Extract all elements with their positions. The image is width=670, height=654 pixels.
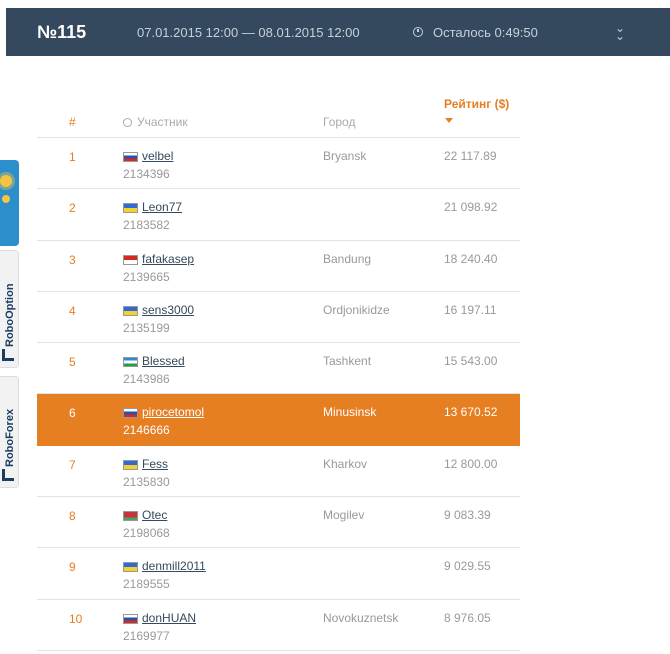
- user-city: Bryansk: [323, 149, 367, 163]
- user-rating: 8 976.05: [444, 610, 491, 625]
- table-row: 4 sens3000 2135199 Ordjonikidze 16 197.11: [37, 292, 520, 344]
- table-row: 3 fafakasep 2139665 Bandung 18 240.40: [37, 241, 520, 292]
- contest-number: №115: [37, 21, 87, 42]
- user-id: 2135830: [123, 474, 170, 489]
- flag-icon: [123, 459, 138, 470]
- table-row: 5 Blessed 2143986 Tashkent 15 543.00: [37, 343, 520, 395]
- leaderboard-table: # Участник Город Рейтинг ($) 1 velbel 2134…: [37, 86, 520, 651]
- column-city[interactable]: Город: [323, 115, 355, 129]
- table-row: 8 Otec 2198068 Mogilev 9 083.39: [37, 497, 520, 549]
- table-row: 7 Fess 2135830 Kharkov 12 800.00: [37, 446, 520, 498]
- user-link[interactable]: Leon77: [142, 200, 182, 214]
- time-remaining: Осталось 0:49:50: [433, 24, 538, 40]
- robooption-logo-icon: [2, 349, 14, 361]
- user-city: Mogilev: [323, 508, 365, 523]
- user-city: Ordjonikidze: [323, 302, 390, 317]
- search-icon: [123, 118, 132, 127]
- clock-icon: [413, 27, 423, 37]
- user-id: 2135199: [123, 320, 170, 335]
- contest-dates: 07.01.2015 12:00 — 08.01.2015 12:00: [137, 24, 360, 40]
- flag-icon: [123, 357, 138, 368]
- row-rank: 9: [69, 560, 76, 575]
- side-tab-promo[interactable]: [0, 160, 19, 246]
- user-id: 2146666: [123, 423, 170, 438]
- flag-icon: [123, 613, 138, 624]
- user-link[interactable]: sens3000: [142, 303, 194, 317]
- flag-icon: [123, 511, 138, 522]
- sun-small-icon: [2, 195, 10, 203]
- user-rating: 15 543.00: [444, 354, 498, 369]
- sort-desc-icon[interactable]: [445, 118, 453, 123]
- user-rating: 13 670.52: [444, 405, 498, 420]
- side-tab-label: RoboForex: [4, 408, 16, 467]
- row-rank: 10: [69, 611, 83, 626]
- user-link[interactable]: Fess: [142, 457, 168, 471]
- column-rank: #: [69, 115, 76, 129]
- user-id: 2143986: [123, 372, 170, 387]
- contest-header: №115 07.01.2015 12:00 — 08.01.2015 12:00…: [6, 8, 670, 56]
- user-id: 2198068: [123, 526, 170, 541]
- row-rank: 8: [69, 509, 76, 524]
- user-link[interactable]: pirocetomol: [142, 405, 204, 419]
- chevron-down-icon[interactable]: ⌄ ⌄: [615, 22, 625, 42]
- user-rating: 12 800.00: [444, 456, 498, 471]
- user-link[interactable]: fafakasep: [142, 252, 194, 266]
- table-row: 10 donHUAN 2169977 Novokuznetsk 8 976.05: [37, 600, 520, 651]
- flag-icon: [123, 152, 138, 162]
- user-city: Bandung: [323, 251, 372, 266]
- side-tab-robooption[interactable]: RoboOption: [0, 250, 19, 368]
- sun-icon: [0, 175, 12, 187]
- row-rank: 3: [69, 252, 76, 267]
- flag-icon: [123, 562, 138, 573]
- user-city: Kharkov: [323, 456, 368, 471]
- row-rank: 1: [69, 150, 76, 164]
- side-tab-label: RoboOption: [4, 283, 16, 347]
- user-id: 2134396: [123, 167, 170, 181]
- user-city: Minusinsk: [323, 405, 377, 420]
- table-body: 1 velbel 2134396 Bryansk 22 117.89 2 Leon77 218…: [37, 138, 520, 651]
- flag-icon: [123, 254, 138, 265]
- table-row: 2 Leon77 2183582 21 098.92: [37, 189, 520, 241]
- user-rating: 16 197.11: [444, 302, 497, 317]
- column-rating[interactable]: Рейтинг ($): [444, 97, 509, 111]
- table-row: 1 velbel 2134396 Bryansk 22 117.89: [37, 138, 520, 190]
- user-id: 2169977: [123, 628, 170, 643]
- table-header: # Участник Город Рейтинг ($): [37, 86, 520, 138]
- row-rank: 5: [69, 355, 76, 370]
- user-rating: 22 117.89: [444, 149, 497, 163]
- user-city: Tashkent: [323, 354, 372, 369]
- row-rank: 4: [69, 303, 76, 318]
- user-id: 2139665: [123, 269, 170, 284]
- row-rank: 7: [69, 457, 76, 472]
- user-rating: 9 083.39: [444, 508, 491, 523]
- row-rank: 2: [69, 201, 76, 216]
- user-rating: 18 240.40: [444, 251, 498, 266]
- user-link[interactable]: donHUAN: [142, 611, 196, 625]
- user-city: Novokuznetsk: [323, 610, 399, 625]
- flag-icon: [123, 408, 138, 419]
- flag-icon: [123, 305, 138, 316]
- user-link[interactable]: denmill2011: [142, 559, 206, 573]
- user-link[interactable]: velbel: [142, 149, 173, 163]
- user-id: 2183582: [123, 218, 170, 233]
- table-row: 6 pirocetomol 2146666 Minusinsk 13 670.52: [37, 394, 520, 446]
- user-link[interactable]: Blessed: [142, 354, 185, 368]
- flag-icon: [123, 203, 138, 214]
- user-id: 2189555: [123, 577, 170, 592]
- side-tab-roboforex[interactable]: RoboForex: [0, 376, 19, 488]
- column-user[interactable]: Участник: [123, 115, 188, 129]
- user-rating: 9 029.55: [444, 559, 491, 574]
- user-rating: 21 098.92: [444, 200, 498, 215]
- row-rank: 6: [69, 406, 76, 421]
- roboforex-logo-icon: [2, 469, 14, 481]
- user-link[interactable]: Otec: [142, 508, 167, 522]
- table-row: 9 denmill2011 2189555 9 029.55: [37, 548, 520, 600]
